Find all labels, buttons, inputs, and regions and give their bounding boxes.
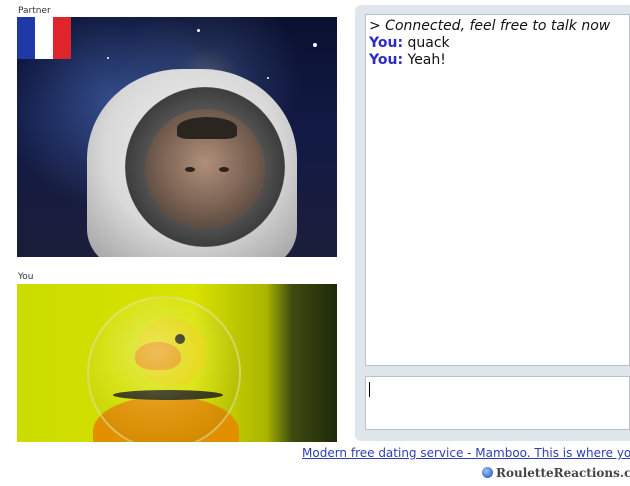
message-text: Yeah! (407, 52, 446, 68)
france-flag-icon (17, 17, 71, 59)
chat-input[interactable] (365, 376, 630, 430)
watermark: RouletteReactions.com (482, 466, 630, 480)
globe-icon (482, 467, 493, 478)
ad-link[interactable]: Modern free dating service - Mamboo. Thi… (302, 446, 630, 460)
watermark-text: RouletteReactions.com (496, 466, 630, 480)
chat-message: You: quack (369, 35, 629, 51)
self-video (17, 284, 337, 442)
chat-message: You: Yeah! (369, 52, 629, 68)
partner-label: Partner (18, 6, 51, 16)
chat-log[interactable]: > Connected, feel free to talk now You: … (365, 14, 630, 366)
message-sender: You: (369, 35, 404, 51)
system-message: > Connected, feel free to talk now (369, 18, 611, 34)
partner-video (17, 17, 337, 257)
self-label: You (18, 272, 34, 282)
message-sender: You: (369, 52, 404, 68)
duck-helmet (87, 296, 241, 442)
text-caret (369, 382, 370, 397)
message-text: quack (407, 35, 450, 51)
